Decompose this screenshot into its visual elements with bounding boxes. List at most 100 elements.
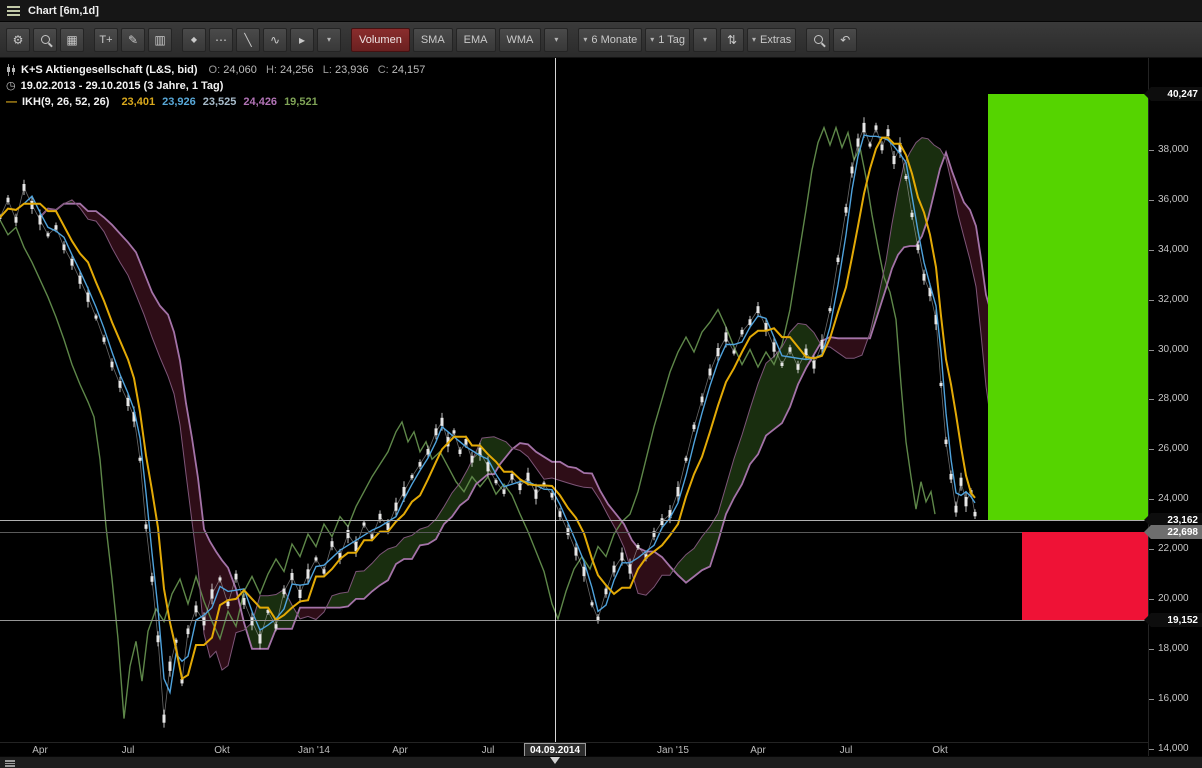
take-profit-zone[interactable] [988,94,1148,520]
chevron-down-icon: ▾ [703,35,707,44]
dotted-line-tool-button[interactable]: ⋯ [209,28,233,52]
window-title: Chart [6m,1d] [28,5,99,17]
x-axis-label: Jan '15 [657,745,689,756]
pointer-tool-button[interactable]: ▸ [290,28,314,52]
indicator-value: 24,426 [243,96,277,108]
dots-icon: ⋯ [215,34,227,46]
text-plus-icon: T+ [99,34,112,46]
pencil-icon: ✎ [128,34,138,46]
y-axis-tick [1149,350,1154,351]
curve-icon: ∿ [270,34,280,46]
extras-dropdown[interactable]: ▾Extras [747,28,796,52]
instrument-row: K+S Aktiengesellschaft (L&S, bid) O: 24,… [6,62,425,78]
range-row: ◷ 19.02.2013 - 29.10.2015 (3 Jahre, 1 Ta… [6,78,425,94]
y-axis-tick [1149,749,1154,750]
tools-dropdown-button[interactable]: ▾ [317,28,341,52]
y-axis-label: 20,000 [1158,593,1189,605]
y-axis-tick [1149,250,1154,251]
high-label: H: [266,64,277,76]
settings-button[interactable]: ⚙ [6,28,30,52]
y-axis-tick [1149,699,1154,700]
compare-icon: ⇅ [727,34,737,46]
x-axis-label: Okt [214,745,230,756]
chevron-down-icon: ▾ [327,35,331,44]
undo-button[interactable]: ↶ [833,28,857,52]
close-value: 24,157 [392,64,426,76]
chart-type-button[interactable]: ▥ [148,28,172,52]
chart-area[interactable]: K+S Aktiengesellschaft (L&S, bid) O: 24,… [0,58,1202,756]
chart-style-dropdown[interactable]: ▾ [693,28,717,52]
chevron-down-icon: ▾ [554,35,558,44]
line-marker-icon: ◆ [191,36,197,44]
y-axis-tick [1149,200,1154,201]
indicator-value: 19,521 [284,96,318,108]
indicator-swatch: — [6,94,17,110]
pointer-icon: ▸ [299,34,305,46]
y-axis-tick [1149,649,1154,650]
x-axis-label: Jul [840,745,853,756]
menu-icon[interactable] [7,6,20,16]
indicator-values: 23,401 23,926 23,525 24,426 19,521 [114,94,317,110]
bottom-menu-icon[interactable] [5,760,15,767]
y-axis-label: 34,000 [1158,244,1189,256]
price-level-line [0,620,1148,621]
open-label: O: [209,64,221,76]
volumen-button[interactable]: Volumen [351,28,410,52]
time-axis[interactable]: AprJulOktJan '14AprJulJan '15AprJulOkt04… [0,742,1148,756]
open-value: 24,060 [223,64,257,76]
indicator-value: 23,926 [162,96,196,108]
y-axis-label: 28,000 [1158,393,1189,405]
search-button[interactable] [33,28,57,52]
indicator-value: 23,525 [203,96,237,108]
gear-icon: ⚙ [13,34,24,46]
chart-header: K+S Aktiengesellschaft (L&S, bid) O: 24,… [6,62,425,110]
x-axis-label: Okt [932,745,948,756]
x-axis-label: Apr [750,745,766,756]
y-axis-label: 32,000 [1158,294,1189,306]
price-level-line [0,520,1148,521]
y-axis-tick [1149,549,1154,550]
timeframe-dropdown[interactable]: ▾6 Monate [578,28,642,52]
compare-button[interactable]: ⇅ [720,28,744,52]
y-axis-label: 14,000 [1158,743,1189,755]
layout-grid-button[interactable]: ▦ [60,28,84,52]
stop-loss-zone[interactable] [1022,532,1148,620]
price-plot[interactable] [0,58,1148,756]
indicator-row: — IKH(9, 26, 52, 26) 23,40123,92623,5252… [6,94,425,110]
text-tool-button[interactable]: T+ [94,28,118,52]
indicator-value: 23,401 [121,96,155,108]
price-axis[interactable]: 38,00036,00034,00032,00030,00028,00026,0… [1148,58,1202,756]
low-label: L: [323,64,332,76]
x-axis-label: Jan '14 [298,745,330,756]
interval-dropdown[interactable]: ▾1 Tag [645,28,690,52]
x-axis-label: Apr [32,745,48,756]
y-axis-tick [1149,399,1154,400]
ema-button[interactable]: EMA [456,28,496,52]
cursor-marker-icon [550,757,560,764]
y-axis-tick [1149,449,1154,450]
chevron-down-icon: ▾ [752,35,756,44]
y-axis-tick [1149,300,1154,301]
trendline-tool-button[interactable]: ╲ [236,28,260,52]
indicator-name: IKH(9, 26, 52, 26) [22,94,109,110]
line-marker-tool-button[interactable]: ◆ [182,28,206,52]
sma-button[interactable]: SMA [413,28,453,52]
draw-tool-button[interactable]: ✎ [121,28,145,52]
undo-icon: ↶ [840,34,850,46]
y-axis-label: 26,000 [1158,443,1189,455]
y-axis-label: 30,000 [1158,344,1189,356]
wma-button[interactable]: WMA [499,28,542,52]
candlestick-chart-icon: ▥ [154,34,165,46]
zoom-in-button[interactable] [806,28,830,52]
price-level-line [0,532,1148,533]
y-axis-label: 38,000 [1158,144,1189,156]
instrument-name: K+S Aktiengesellschaft (L&S, bid) [21,62,198,78]
curve-tool-button[interactable]: ∿ [263,28,287,52]
indicators-dropdown-button[interactable]: ▾ [544,28,568,52]
x-axis-label: Apr [392,745,408,756]
low-value: 23,936 [335,64,369,76]
crosshair-vertical-line [555,58,556,742]
trading-app-window: Chart [6m,1d] ⚙ ▦ T+ ✎ ▥ ◆ ⋯ ╲ ∿ ▸ ▾ Vol… [0,0,1202,768]
price-level-badge: 19,152 [1144,613,1202,627]
price-level-badge: 23,162 [1144,513,1202,527]
